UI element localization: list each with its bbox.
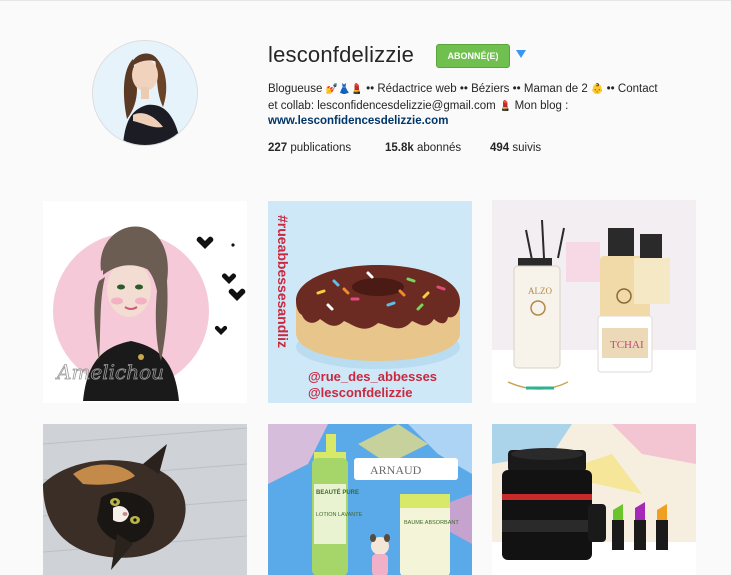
candle-label: TCHAI <box>610 339 644 351</box>
avatar-image <box>93 41 197 145</box>
post-image-skincare: BEAUTÉ PURE LOTION LAVANTE ARNAUD BAUME … <box>268 424 472 575</box>
profile-bio: Blogueuse 💅👗💄 •• Rédactrice web •• Bézie… <box>268 81 698 115</box>
post-image-kitten <box>43 424 247 575</box>
posts-stat[interactable]: 227 publications <box>268 142 351 154</box>
bottle-brand-label: ALZO <box>528 286 552 296</box>
profile-avatar[interactable] <box>92 40 198 146</box>
followers-stat[interactable]: 15.8k abonnés <box>385 142 461 154</box>
following-label: suivis <box>512 142 542 154</box>
post-image-illustration: Amelichou <box>43 201 247 403</box>
post-tile-2[interactable]: #rueabbessesandliz @rue_des_abbesses @le… <box>268 201 472 403</box>
post-tile-3[interactable]: ALZO TCHAI <box>492 200 696 403</box>
nail-polish-icon: 💅 <box>325 84 339 95</box>
product-name-left: LOTION LAVANTE <box>316 512 363 518</box>
lipstick-icon: 💄 <box>350 84 363 95</box>
post-vertical-caption: #rueabbessesandliz <box>275 215 291 348</box>
product-tag-left: BEAUTÉ PURE <box>316 488 359 496</box>
following-stat[interactable]: 494 suivis <box>490 142 541 154</box>
post-tile-1[interactable]: Amelichou <box>43 201 247 403</box>
baby-icon: 👶 <box>591 84 604 95</box>
suggestions-dropdown-icon[interactable] <box>516 50 526 58</box>
bio-text-2: •• Rédactrice web •• Béziers •• Maman de… <box>366 83 588 95</box>
bio-blog-label: Mon blog : <box>514 100 569 112</box>
profile-username: lesconfdelizzie <box>268 42 415 67</box>
post-image-donut: #rueabbessesandliz @rue_des_abbesses @le… <box>268 201 472 403</box>
post-image-lens-mug <box>492 424 696 575</box>
posts-label: publications <box>290 142 352 154</box>
product-brand-label: ARNAUD <box>370 463 422 477</box>
bio-contact-text: et collab: lesconfidencesdelizzie@gmail.… <box>268 100 496 112</box>
post-tile-4[interactable] <box>43 424 247 575</box>
following-button[interactable]: Abonné(e) <box>436 44 510 68</box>
top-divider <box>0 0 731 1</box>
signature-text: Amelichou <box>55 360 164 384</box>
followers-label: abonnés <box>416 142 462 154</box>
bio-text-1: Blogueuse <box>268 83 323 95</box>
profile-website-link[interactable]: www.lesconfidencesdelizzie.com <box>268 115 448 127</box>
following-count: 494 <box>490 142 510 154</box>
product-name-right: BAUME ABSORBANT <box>404 520 459 526</box>
lipstick-icon: 💄 <box>498 101 512 112</box>
bio-text-3: •• Contact <box>606 83 658 95</box>
post-tile-5[interactable]: BEAUTÉ PURE LOTION LAVANTE ARNAUD BAUME … <box>268 424 472 575</box>
followers-count: 15.8k <box>385 142 414 154</box>
post-caption-line-1: @rue_des_abbesses <box>308 369 437 384</box>
post-caption-line-2: @lesconfdelizzie <box>308 385 412 400</box>
post-image-cosmetics: ALZO TCHAI <box>492 200 696 403</box>
post-tile-6[interactable] <box>492 424 696 575</box>
dress-icon: 👗 <box>338 84 351 95</box>
posts-count: 227 <box>268 142 288 154</box>
